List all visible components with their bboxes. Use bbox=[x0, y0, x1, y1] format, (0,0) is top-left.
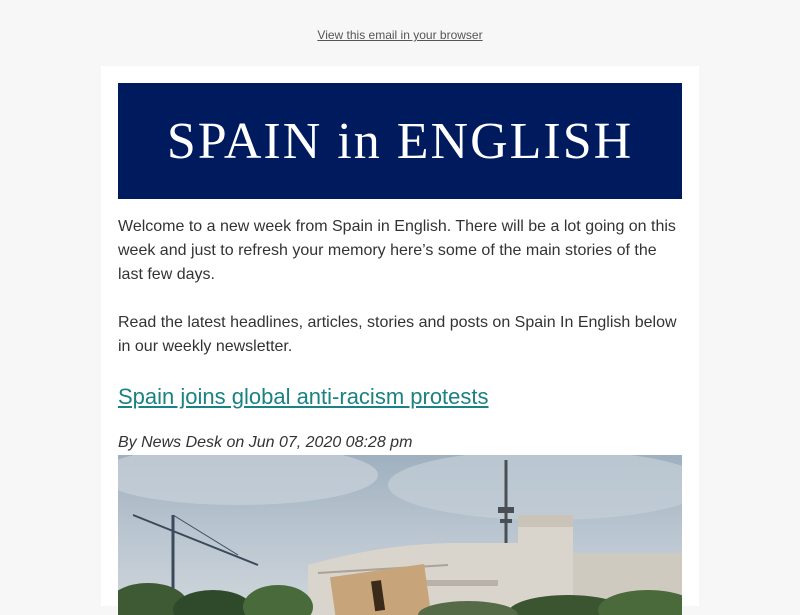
email-body: SPAIN in ENGLISH Welcome to a new week f… bbox=[101, 66, 699, 615]
article-photo-illustration bbox=[118, 455, 682, 615]
view-in-browser-link[interactable]: View this email in your browser bbox=[317, 28, 482, 42]
preheader: View this email in your browser bbox=[0, 28, 800, 42]
article-byline: By News Desk on Jun 07, 2020 08:28 pm bbox=[118, 434, 413, 451]
article-headline-link[interactable]: Spain joins global anti-racism protests bbox=[118, 383, 682, 411]
intro-paragraph-2: Read the latest headlines, articles, sto… bbox=[118, 314, 677, 355]
article-photo[interactable] bbox=[118, 455, 682, 615]
newsletter-content: Welcome to a new week from Spain in Engl… bbox=[118, 215, 682, 453]
header-banner: SPAIN in ENGLISH bbox=[118, 83, 682, 199]
intro-paragraph-1: Welcome to a new week from Spain in Engl… bbox=[118, 218, 676, 283]
banner-logo-text: SPAIN in ENGLISH bbox=[166, 112, 634, 170]
